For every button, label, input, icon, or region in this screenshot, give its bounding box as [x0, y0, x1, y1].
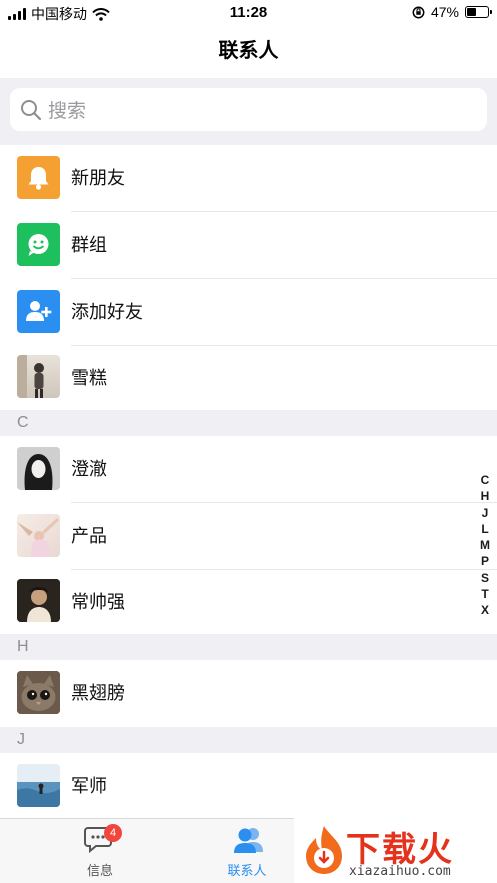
contacts-icon [234, 828, 263, 853]
contact-avatar [17, 671, 60, 714]
search-area: 搜索 [0, 78, 497, 145]
chat-icon [28, 234, 49, 256]
contact-name: 常帅强 [71, 592, 125, 612]
section-header-c: C [0, 410, 497, 436]
contact-row[interactable]: 雪糕 [0, 346, 497, 410]
watermark: 下载火 xiazaihuo.com [294, 818, 497, 883]
contact-row[interactable]: 黑翅膀 [0, 660, 497, 727]
watermark-url: xiazaihuo.com [349, 864, 451, 879]
contact-avatar [17, 579, 60, 622]
person-photo-icon [17, 579, 60, 622]
unread-badge: 4 [104, 824, 122, 842]
alphabet-index[interactable]: CHJLMPSTX [477, 472, 493, 619]
contact-name: 黑翅膀 [71, 683, 125, 703]
index-letter[interactable]: L [481, 521, 488, 537]
status-bar: 中国移动 11:28 47% [0, 0, 497, 26]
contact-row[interactable]: 澄澈 [0, 436, 497, 503]
contact-avatar [17, 764, 60, 807]
status-right: 47% [412, 4, 492, 20]
add-friend-tile [17, 290, 60, 333]
contact-name: 产品 [71, 526, 107, 546]
person-photo-icon [17, 355, 44, 398]
new-friends-tile [17, 156, 60, 199]
contact-name: 澄澈 [71, 459, 107, 479]
section-header-j: J [0, 727, 497, 753]
sea-photo-icon [17, 764, 60, 807]
contact-avatar [17, 447, 60, 490]
contact-avatar [17, 355, 60, 398]
add-user-icon [26, 301, 52, 321]
battery-fill [467, 8, 477, 16]
person-photo-icon [17, 518, 59, 557]
row-groups[interactable]: 群组 [0, 212, 497, 279]
contact-row[interactable]: 产品 [0, 503, 497, 570]
index-letter[interactable]: S [481, 570, 489, 586]
contact-name: 雪糕 [71, 368, 107, 388]
cat-photo-icon [17, 671, 60, 714]
row-new-friends[interactable]: 新朋友 [0, 145, 497, 212]
battery-icon [465, 6, 492, 18]
contact-row[interactable]: 军师 [0, 753, 497, 818]
battery-percent: 47% [430, 4, 459, 20]
index-letter[interactable]: T [481, 586, 488, 602]
search-placeholder: 搜索 [48, 101, 87, 122]
search-input[interactable]: 搜索 [10, 88, 487, 131]
index-letter[interactable]: H [481, 488, 490, 504]
person-photo-icon [17, 447, 60, 490]
row-label: 添加好友 [71, 302, 143, 322]
index-letter[interactable]: C [481, 472, 490, 488]
groups-tile [17, 223, 60, 266]
contact-avatar [17, 514, 60, 557]
page-title: 联系人 [218, 40, 279, 62]
row-label: 新朋友 [71, 168, 125, 188]
row-add-friend[interactable]: 添加好友 [0, 279, 497, 346]
section-header-h: H [0, 634, 497, 660]
contact-row[interactable]: 常帅强 [0, 570, 497, 634]
contact-name: 军师 [71, 776, 107, 796]
index-letter[interactable]: P [481, 553, 489, 569]
orientation-lock-icon [412, 6, 425, 18]
index-letter[interactable]: J [482, 505, 489, 521]
index-letter[interactable]: X [481, 602, 489, 618]
bell-icon [28, 167, 49, 190]
nav-bar: 联系人 [0, 26, 497, 78]
search-icon [21, 99, 42, 120]
index-letter[interactable]: M [480, 537, 490, 553]
fire-logo-icon [306, 826, 342, 874]
row-label: 群组 [71, 235, 107, 255]
